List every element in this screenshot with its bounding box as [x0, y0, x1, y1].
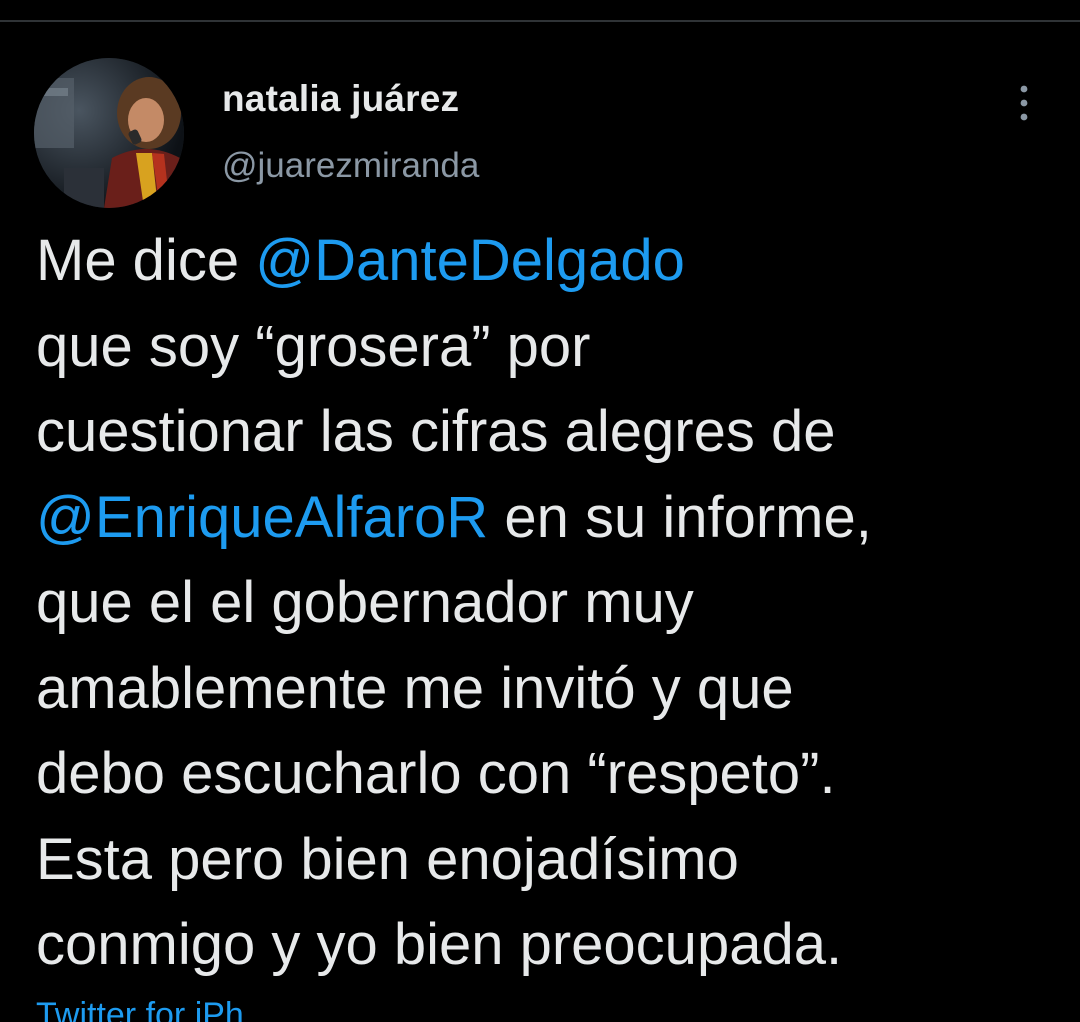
mention-link[interactable]: @DanteDelgado — [255, 228, 685, 293]
tweet-text-line: conmigo y yo bien preocupada. — [36, 912, 843, 977]
top-divider — [0, 20, 1080, 22]
vertical-ellipsis-icon — [1020, 85, 1028, 121]
tweet-text: Me dice @DanteDelgado que soy “grosera” … — [36, 218, 1056, 988]
tweet-text-line: amablemente me invitó y que — [36, 655, 794, 721]
more-options-button[interactable] — [1004, 78, 1044, 128]
tweet-text-line: que el el gobernador muy — [36, 570, 694, 635]
tweet-text-line: Me dice @DanteDelgado — [36, 218, 1056, 304]
tweet-text-line: @EnriqueAlfaroR en su informe, — [36, 475, 1056, 561]
tweet-source-link[interactable]: Twitter for iPh — [36, 996, 244, 1022]
text-segment: Me dice — [36, 228, 256, 293]
author-display-name[interactable]: natalia juárez — [222, 78, 459, 120]
tweet-meta-row: Twitter for iPh — [36, 996, 244, 1022]
tweet-text-line: que soy “grosera” por — [36, 313, 591, 379]
avatar[interactable] — [34, 58, 184, 208]
tweet-text-line: debo escucharlo con “respeto”. — [36, 741, 836, 806]
mention-link[interactable]: @EnriqueAlfaroR — [36, 485, 488, 550]
tweet-text-line: cuestionar las cifras alegres de — [36, 399, 836, 464]
author-handle[interactable]: @juarezmiranda — [222, 146, 479, 186]
tweet-text-line: Esta pero bien enojadísimo — [36, 826, 739, 892]
text-segment: en su informe, — [488, 484, 872, 550]
profile-photo-icon — [34, 58, 184, 208]
